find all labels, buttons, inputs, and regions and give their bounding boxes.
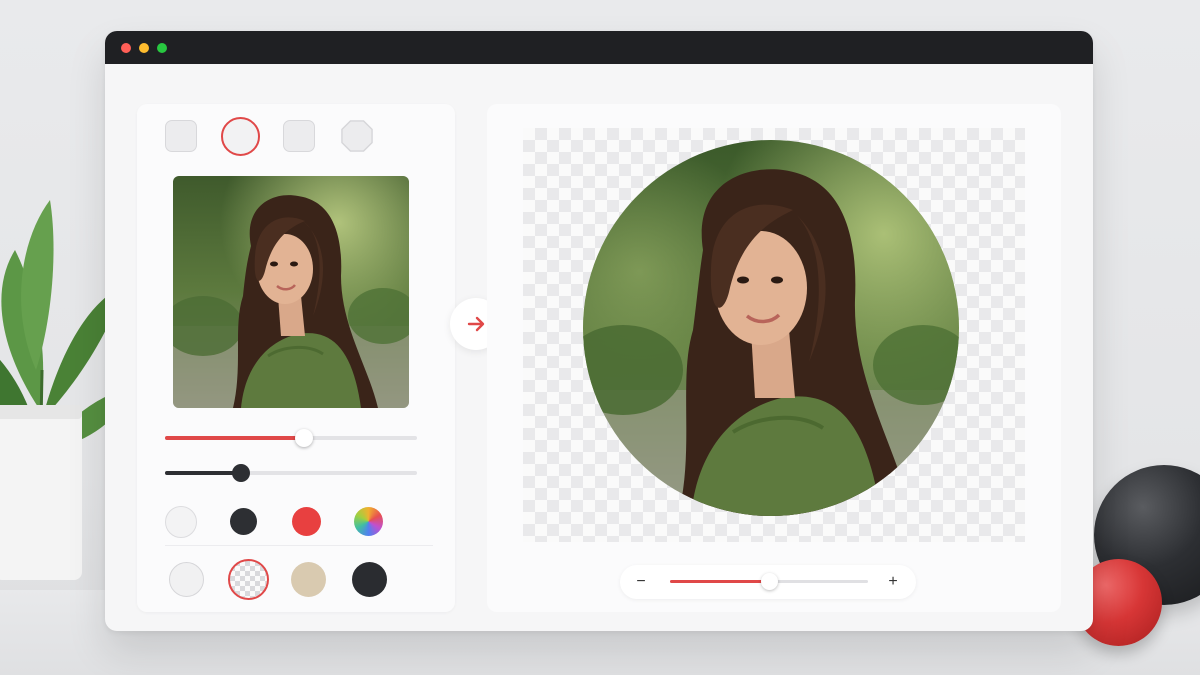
background-dark-swatch[interactable] xyxy=(352,562,387,597)
border-color-dark-swatch[interactable] xyxy=(230,508,257,535)
settings-panel xyxy=(137,104,455,612)
size-slider[interactable] xyxy=(165,427,417,449)
border-color-white-swatch[interactable] xyxy=(165,506,197,538)
background-transparent-swatch[interactable] xyxy=(228,559,269,600)
border-width-slider[interactable] xyxy=(165,462,417,484)
app-window: − + xyxy=(105,31,1093,631)
title-bar xyxy=(105,31,1093,64)
rounded-square-shape-button[interactable] xyxy=(283,120,315,152)
background-beige-swatch[interactable] xyxy=(291,562,326,597)
close-window-button[interactable] xyxy=(121,42,131,53)
zoom-slider[interactable] xyxy=(670,571,868,593)
minimize-window-button[interactable] xyxy=(139,42,149,53)
source-photo[interactable] xyxy=(173,176,409,408)
transparent-canvas xyxy=(523,128,1025,542)
arrow-right-icon xyxy=(467,316,485,332)
octagon-shape-button[interactable] xyxy=(341,120,373,152)
border-color-gradient-swatch[interactable] xyxy=(354,507,383,536)
background-white-swatch[interactable] xyxy=(169,562,204,597)
section-divider xyxy=(165,545,433,546)
zoom-out-button[interactable]: − xyxy=(630,571,652,593)
maximize-window-button[interactable] xyxy=(157,42,167,53)
square-shape-button[interactable] xyxy=(165,120,197,152)
cropped-photo-preview xyxy=(583,140,959,516)
zoom-in-button[interactable]: + xyxy=(882,571,904,593)
border-color-red-swatch[interactable] xyxy=(292,507,321,536)
zoom-control: − + xyxy=(620,565,916,599)
preview-panel: − + xyxy=(487,104,1061,612)
circle-shape-button[interactable] xyxy=(221,117,260,156)
